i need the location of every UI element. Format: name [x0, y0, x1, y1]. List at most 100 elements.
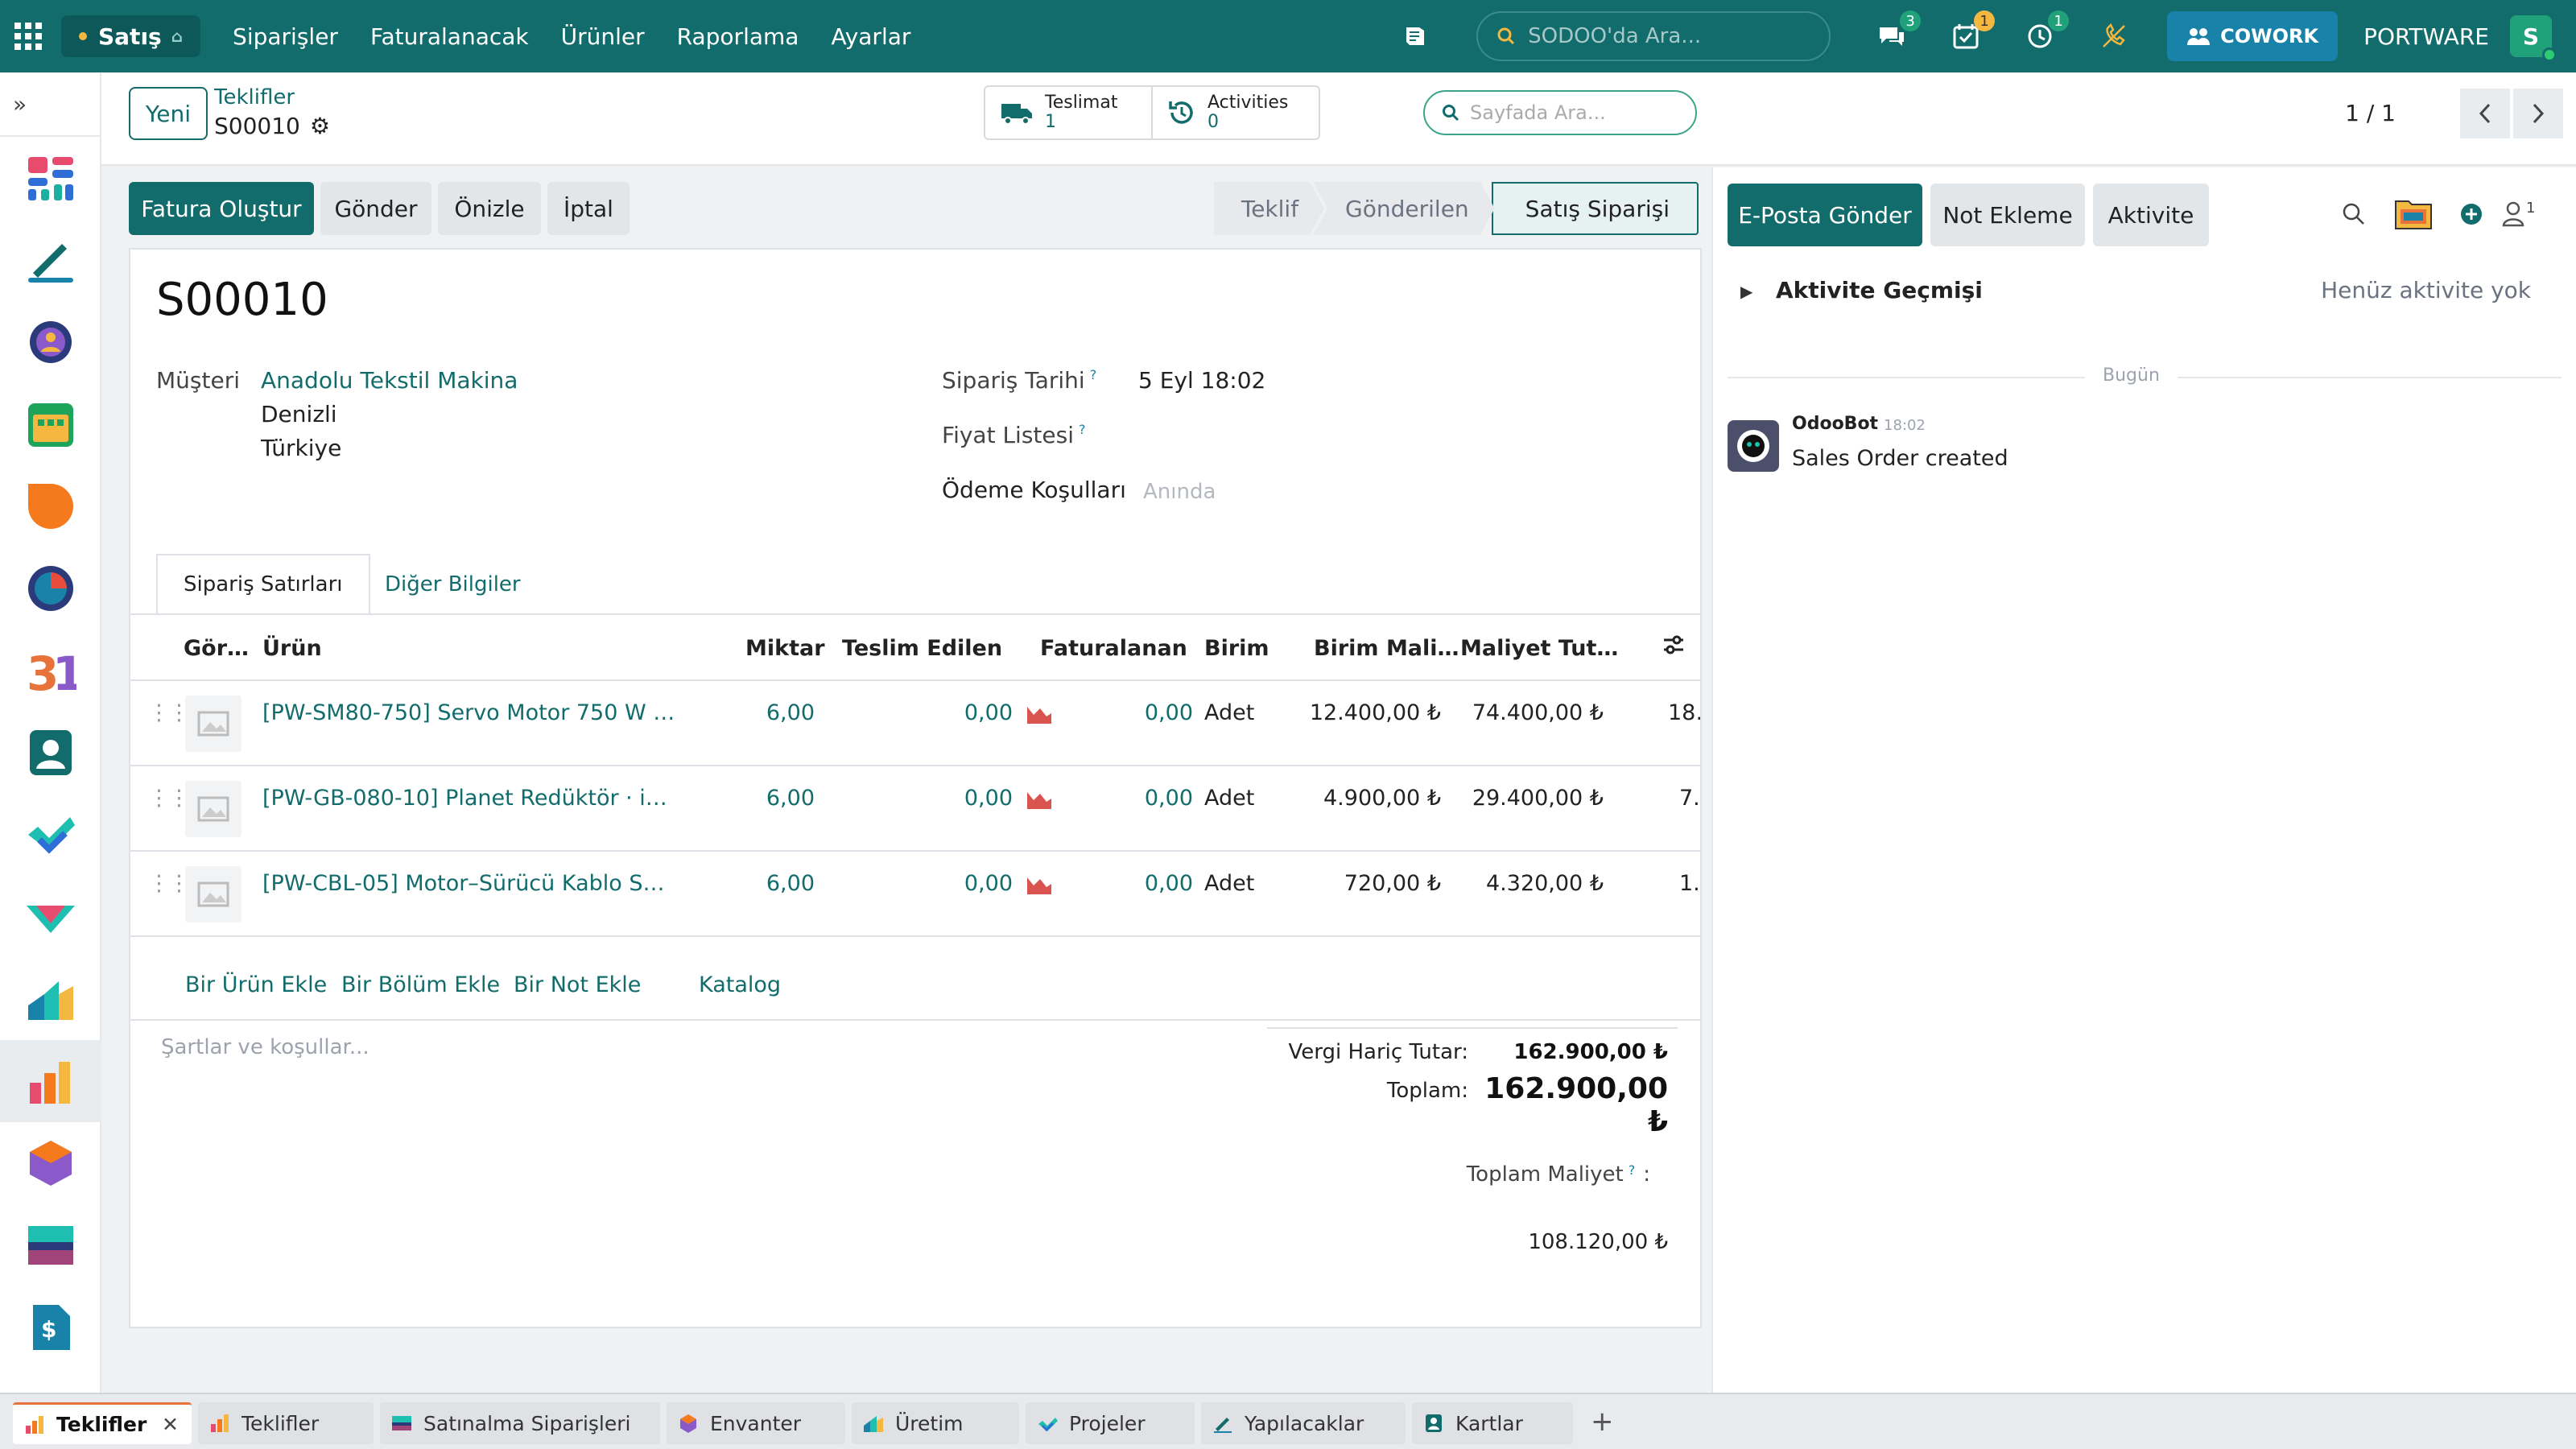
help-icon[interactable]: ?	[1090, 367, 1097, 382]
qty-cell[interactable]: 6,00	[742, 871, 815, 896]
stage-quotation[interactable]: Teklif	[1214, 182, 1324, 235]
uom-cell[interactable]: Adet	[1204, 786, 1254, 811]
terms-conditions-field[interactable]: Şartlar ve koşullar...	[161, 1035, 369, 1059]
unit-cost-cell[interactable]: 4.900,00 ₺	[1290, 786, 1441, 811]
stage-sent[interactable]: Gönderilen	[1313, 182, 1495, 235]
cost-total-cell[interactable]: 4.320,00 ₺	[1443, 871, 1604, 896]
col-uom[interactable]: Birim	[1204, 636, 1269, 661]
followers-button[interactable]: 1	[2502, 200, 2535, 227]
invoiced-cell[interactable]: 0,00	[1113, 700, 1193, 725]
sign-app-icon[interactable]	[0, 219, 101, 301]
taskbar-tab-quotations[interactable]: Teklifler	[198, 1402, 374, 1444]
preview-button[interactable]: Önizle	[438, 182, 541, 235]
todo-app-icon[interactable]	[0, 794, 101, 876]
current-app-button[interactable]: Satış ⌂	[61, 15, 201, 57]
menu-item-settings[interactable]: Ayarlar	[831, 23, 910, 50]
team-app-icon[interactable]	[0, 301, 101, 383]
dashboard-app-icon[interactable]	[0, 137, 101, 219]
add-follower-plus-icon[interactable]	[2458, 201, 2484, 227]
discuss-app-icon[interactable]	[0, 465, 101, 547]
gear-icon[interactable]: ⚙	[310, 113, 330, 139]
catalog-link[interactable]: Katalog	[699, 972, 781, 997]
tab-order-lines[interactable]: Sipariş Satırları	[156, 554, 370, 615]
drag-handle-icon[interactable]: ⋮⋮	[148, 786, 190, 811]
attachments-folder-icon[interactable]	[2394, 196, 2433, 232]
truncated-cell[interactable]: 7.…	[1679, 786, 1700, 811]
create-invoice-button[interactable]: Fatura Oluştur	[129, 182, 314, 235]
cancel-button[interactable]: İptal	[547, 182, 630, 235]
previous-record-button[interactable]	[2460, 89, 2510, 138]
product-cell[interactable]: [PW-CBL-05] Motor–Sürücü Kablo S…	[262, 871, 665, 896]
order-date-value[interactable]: 5 Eyl 18:02	[1138, 367, 1265, 394]
product-cell[interactable]: [PW-SM80-750] Servo Motor 750 W …	[262, 700, 675, 725]
table-row[interactable]: ⋮⋮ [PW-CBL-05] Motor–Sürücü Kablo S… 6,0…	[130, 853, 1700, 937]
inventory-app-icon[interactable]	[0, 958, 101, 1040]
taskbar-tab-manufacturing[interactable]: Üretim	[852, 1402, 1019, 1444]
col-cost-total[interactable]: Maliyet Tut…	[1460, 636, 1618, 661]
invoiced-cell[interactable]: 0,00	[1113, 871, 1193, 896]
unit-cost-cell[interactable]: 12.400,00 ₺	[1290, 700, 1441, 725]
add-product-link[interactable]: Bir Ürün Ekle	[185, 972, 327, 997]
cost-total-cell[interactable]: 74.400,00 ₺	[1443, 700, 1604, 725]
activity-button[interactable]: Aktivite	[2093, 184, 2209, 246]
odoobot-avatar[interactable]	[1728, 420, 1779, 472]
taskbar-tab-cards[interactable]: Kartlar	[1412, 1402, 1573, 1444]
new-tab-plus-icon[interactable]: +	[1591, 1406, 1614, 1438]
log-note-button[interactable]: Not Ekleme	[1930, 184, 2085, 246]
col-invoiced[interactable]: Faturalanan	[1040, 636, 1187, 661]
timesheet-app-icon[interactable]	[0, 547, 101, 630]
contacts-app-icon[interactable]	[0, 712, 101, 794]
cowork-button[interactable]: COWORK	[2167, 11, 2339, 61]
manufacturing-app-icon[interactable]	[0, 1122, 101, 1204]
delivery-smart-button[interactable]: Teslimat 1	[985, 87, 1151, 138]
delivered-cell[interactable]: 0,00	[935, 871, 1013, 896]
app-menu-icon[interactable]	[14, 23, 42, 50]
delivered-cell[interactable]: 0,00	[935, 700, 1013, 725]
activities-icon[interactable]: 1	[1948, 10, 1996, 54]
customer-name-link[interactable]: Anadolu Tekstil Makina	[261, 367, 518, 394]
truncated-cell[interactable]: 1.…	[1679, 871, 1700, 896]
close-tab-icon[interactable]: ✕	[162, 1413, 179, 1436]
product-cell[interactable]: [PW-GB-080-10] Planet Redüktör · i…	[262, 786, 667, 811]
unit-cost-cell[interactable]: 720,00 ₺	[1290, 871, 1441, 896]
purchase-app-icon[interactable]	[0, 1204, 101, 1286]
taskbar-tab-quotations-active[interactable]: Teklifler ✕	[13, 1402, 192, 1444]
project-app-icon[interactable]	[0, 876, 101, 958]
message-author[interactable]: OdooBot	[1792, 414, 1878, 434]
drag-handle-icon[interactable]: ⋮⋮	[148, 871, 190, 896]
uom-cell[interactable]: Adet	[1204, 700, 1254, 725]
qty-cell[interactable]: 6,00	[742, 786, 815, 811]
col-image[interactable]: Gör…	[184, 636, 249, 661]
new-button[interactable]: Yeni	[129, 87, 208, 140]
col-unit-cost[interactable]: Birim Mali…	[1314, 636, 1459, 661]
pager-value[interactable]: 1 / 1	[2345, 100, 2396, 126]
menu-item-reporting[interactable]: Raporlama	[677, 23, 799, 50]
calendar-app-icon[interactable]	[0, 383, 101, 465]
taskbar-tab-purchase-orders[interactable]: Satınalma Siparişleri	[380, 1402, 660, 1444]
user-avatar[interactable]: S	[2510, 15, 2557, 62]
timer-icon[interactable]: 1	[2022, 10, 2070, 54]
send-button[interactable]: Gönder	[320, 182, 431, 235]
next-record-button[interactable]	[2513, 89, 2563, 138]
cost-total-cell[interactable]: 29.400,00 ₺	[1443, 786, 1604, 811]
uom-cell[interactable]: Adet	[1204, 871, 1254, 896]
col-quantity[interactable]: Miktar	[745, 636, 825, 661]
calendar-31-app-icon[interactable]: 31	[0, 630, 101, 712]
breadcrumb-parent[interactable]: Teklifler	[214, 85, 295, 109]
optional-columns-icon[interactable]	[1662, 633, 1686, 657]
add-note-link[interactable]: Bir Not Ekle	[514, 972, 641, 997]
forecast-chart-icon[interactable]	[1026, 704, 1053, 724]
sidebar-expand-icon[interactable]: »	[0, 72, 100, 137]
menu-item-orders[interactable]: Siparişler	[233, 23, 338, 50]
invoicing-app-icon[interactable]: $	[0, 1286, 101, 1368]
menu-item-to-invoice[interactable]: Faturalanacak	[370, 23, 529, 50]
table-row[interactable]: ⋮⋮ [PW-SM80-750] Servo Motor 750 W … 6,0…	[130, 683, 1700, 766]
send-email-button[interactable]: E-Posta Gönder	[1728, 184, 1922, 246]
table-row[interactable]: ⋮⋮ [PW-GB-080-10] Planet Redüktör · i… 6…	[130, 768, 1700, 852]
taskbar-tab-projects[interactable]: Projeler	[1026, 1402, 1195, 1444]
search-icon[interactable]	[2341, 201, 2367, 227]
qty-cell[interactable]: 6,00	[742, 700, 815, 725]
knowledge-book-icon[interactable]	[1397, 19, 1433, 54]
delivered-cell[interactable]: 0,00	[935, 786, 1013, 811]
menu-item-products[interactable]: Ürünler	[561, 23, 645, 50]
